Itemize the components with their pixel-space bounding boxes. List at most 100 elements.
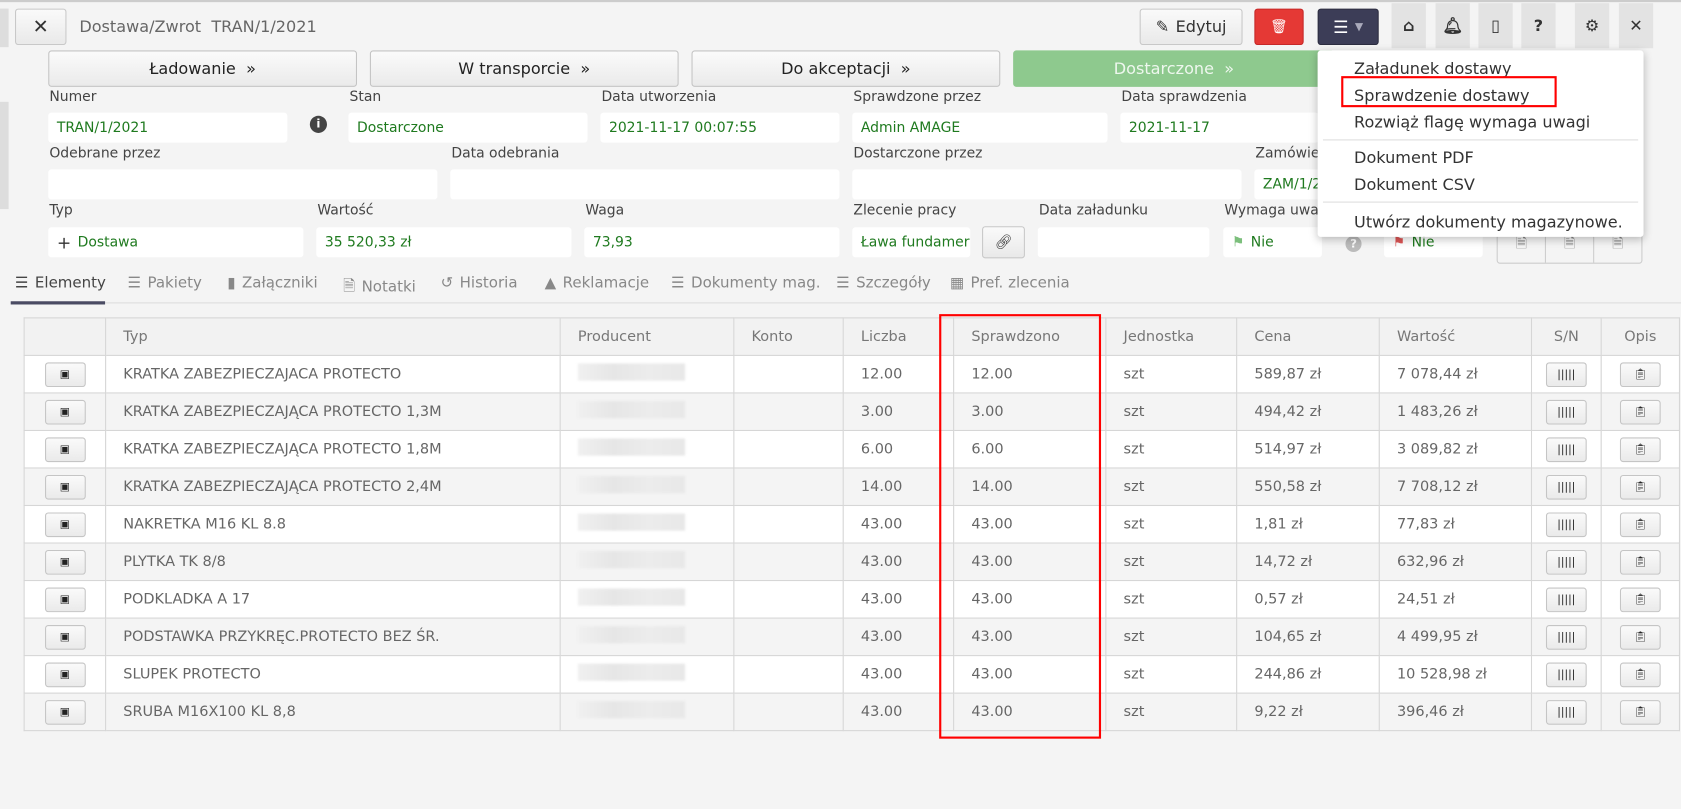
column-header-jednostka[interactable]: Jednostka: [1105, 317, 1238, 356]
close-window-button[interactable]: ✕: [1618, 3, 1654, 49]
tab-zalaczniki[interactable]: ▮ Załączniki: [227, 274, 317, 291]
serial-number-button[interactable]: |||||: [1545, 361, 1587, 387]
tab-pakiety[interactable]: ☰ Pakiety: [128, 274, 202, 291]
dostarczone-przez-field[interactable]: [852, 169, 1242, 200]
serial-number-button[interactable]: |||||: [1545, 474, 1587, 500]
serial-number-button[interactable]: |||||: [1545, 586, 1587, 612]
serial-number-button[interactable]: |||||: [1545, 624, 1587, 650]
tab-notatki[interactable]: 🗎 Notatki: [343, 274, 416, 300]
description-button[interactable]: 📋︎: [1619, 699, 1661, 725]
tab-dokumenty-mag[interactable]: ☰ Dokumenty mag.: [671, 274, 820, 291]
settings-button[interactable]: ⚙: [1574, 3, 1610, 49]
data-zaladunku-field[interactable]: [1037, 227, 1210, 258]
edit-button[interactable]: ✎ Edytuj: [1139, 8, 1243, 46]
link-button[interactable]: 🔗︎: [982, 226, 1025, 259]
image-button[interactable]: ▣: [44, 699, 86, 725]
sprawdzone-przez-field[interactable]: Admin AMAGE: [852, 112, 1108, 143]
close-button[interactable]: ✕: [15, 8, 67, 46]
image-button[interactable]: ▣: [44, 662, 86, 687]
typ-field[interactable]: + Dostawa: [48, 227, 304, 258]
image-button[interactable]: ▣: [44, 474, 86, 500]
menu-item-dokument-pdf[interactable]: Dokument PDF: [1354, 148, 1474, 167]
cell-producent: [559, 467, 735, 507]
description-button[interactable]: 📋︎: [1619, 399, 1661, 425]
doc-number: TRAN/1/2021: [211, 17, 317, 37]
sn-cell: |||||: [1530, 354, 1602, 394]
column-header-wartosc[interactable]: Wartość: [1378, 317, 1533, 356]
description-button[interactable]: 📋︎: [1619, 549, 1661, 575]
data-sprawdzenia-field[interactable]: 2021-11-17: [1120, 112, 1319, 143]
menu-item-rozwiaz-flage[interactable]: Rozwiąż flagę wymaga uwagi: [1354, 113, 1590, 132]
column-header-liczba[interactable]: Liczba: [842, 317, 955, 356]
delete-button[interactable]: 🗑: [1254, 8, 1304, 46]
cell-cena: 494,42 zł: [1236, 392, 1380, 431]
tab-pref-zlecenia[interactable]: ▦ Pref. zlecenia: [950, 274, 1070, 291]
column-header-image[interactable]: [23, 317, 107, 356]
column-header-typ[interactable]: Typ: [105, 317, 561, 356]
cell-liczba: 43.00: [842, 617, 955, 657]
description-button[interactable]: 📋︎: [1619, 436, 1661, 462]
description-button[interactable]: 📋︎: [1619, 586, 1661, 612]
step-dostarczone[interactable]: Dostarczone »: [1013, 50, 1335, 87]
description-button[interactable]: 📋︎: [1619, 474, 1661, 500]
serial-number-button[interactable]: |||||: [1545, 549, 1587, 575]
image-button[interactable]: ▣: [44, 511, 86, 537]
serial-number-button[interactable]: |||||: [1545, 662, 1587, 687]
menu-item-dokument-csv[interactable]: Dokument CSV: [1354, 175, 1475, 194]
image-button[interactable]: ▣: [44, 624, 86, 650]
table-row: ▣ SLUPEK PROTECTO 43.00 43.00 szt 244,86 zł 10…: [23, 655, 1680, 694]
sn-cell: |||||: [1530, 655, 1602, 694]
image-button[interactable]: ▣: [44, 549, 86, 575]
tab-historia[interactable]: ↺ Historia: [441, 274, 518, 291]
help-icon[interactable]: ?: [1345, 235, 1362, 252]
mobile-button[interactable]: ▯: [1478, 3, 1513, 49]
info-icon[interactable]: i: [309, 115, 327, 133]
cell-wartosc: 77,83 zł: [1378, 504, 1533, 544]
step-do-akceptacji[interactable]: Do akceptacji »: [691, 50, 1001, 87]
description-button[interactable]: 📋︎: [1619, 624, 1661, 650]
home-button[interactable]: ⌂: [1391, 3, 1426, 49]
serial-number-button[interactable]: |||||: [1545, 511, 1587, 537]
serial-number-button[interactable]: |||||: [1545, 399, 1587, 425]
column-header-konto[interactable]: Konto: [733, 317, 844, 356]
wartosc-field[interactable]: 35 520,33 zł: [316, 227, 572, 258]
image-button[interactable]: ▣: [44, 361, 86, 387]
description-button[interactable]: 📋︎: [1619, 662, 1661, 687]
column-header-opis[interactable]: Opis: [1600, 317, 1680, 356]
zlecenie-pracy-field[interactable]: Ława fundamer: [852, 227, 971, 258]
wymaga-uwagi-field[interactable]: ⚑ Nie: [1223, 227, 1322, 258]
sprawdzono-highlight-box: [939, 314, 1102, 739]
data-utworzenia-field[interactable]: 2021-11-17 00:07:55: [600, 112, 840, 143]
menu-item-utworz-dokumenty[interactable]: Utwórz dokumenty magazynowe.: [1354, 212, 1623, 231]
column-header-cena[interactable]: Cena: [1236, 317, 1380, 356]
notifications-button[interactable]: 🔔︎: [1435, 3, 1470, 49]
cell-liczba: 43.00: [842, 692, 955, 732]
app-window: ✕ Dostawa/Zwrot TRAN/1/2021 ✎ Edytuj 🗑 ☰ ▼…: [0, 0, 1681, 809]
serial-number-button[interactable]: |||||: [1545, 699, 1587, 725]
description-button[interactable]: 📋︎: [1619, 511, 1661, 537]
waga-field[interactable]: 73,93: [584, 227, 840, 258]
tab-label: Elementy: [34, 274, 106, 292]
serial-number-button[interactable]: |||||: [1545, 436, 1587, 462]
tab-elementy[interactable]: ☰ Elementy: [15, 274, 106, 291]
cell-liczba: 43.00: [842, 542, 955, 582]
image-button[interactable]: ▣: [44, 586, 86, 612]
column-header-sn[interactable]: S/N: [1530, 317, 1602, 356]
menu-button[interactable]: ☰ ▼: [1317, 8, 1379, 46]
odebrane-przez-field[interactable]: [48, 169, 438, 200]
description-button[interactable]: 📋︎: [1619, 361, 1661, 387]
data-sprawdzenia-label: Data sprawdzenia: [1121, 88, 1247, 106]
numer-field[interactable]: TRAN/1/2021: [48, 112, 288, 143]
image-button[interactable]: ▣: [44, 399, 86, 425]
step-ladowanie[interactable]: Ładowanie »: [48, 50, 358, 87]
column-header-producent[interactable]: Producent: [559, 317, 735, 356]
document-search-icon: 🗎: [1563, 235, 1576, 252]
tab-reklamacje[interactable]: ▲ Reklamacje: [545, 274, 650, 291]
history-icon: ↺: [440, 274, 454, 292]
help-button[interactable]: ?: [1521, 3, 1556, 49]
image-button[interactable]: ▣: [44, 436, 86, 462]
stan-field[interactable]: Dostarczone: [348, 112, 588, 143]
tab-szczegoly[interactable]: ☰ Szczegóły: [836, 274, 931, 291]
step-w-transporcie[interactable]: W transporcie »: [369, 50, 679, 87]
data-odebrania-field[interactable]: [450, 169, 840, 200]
